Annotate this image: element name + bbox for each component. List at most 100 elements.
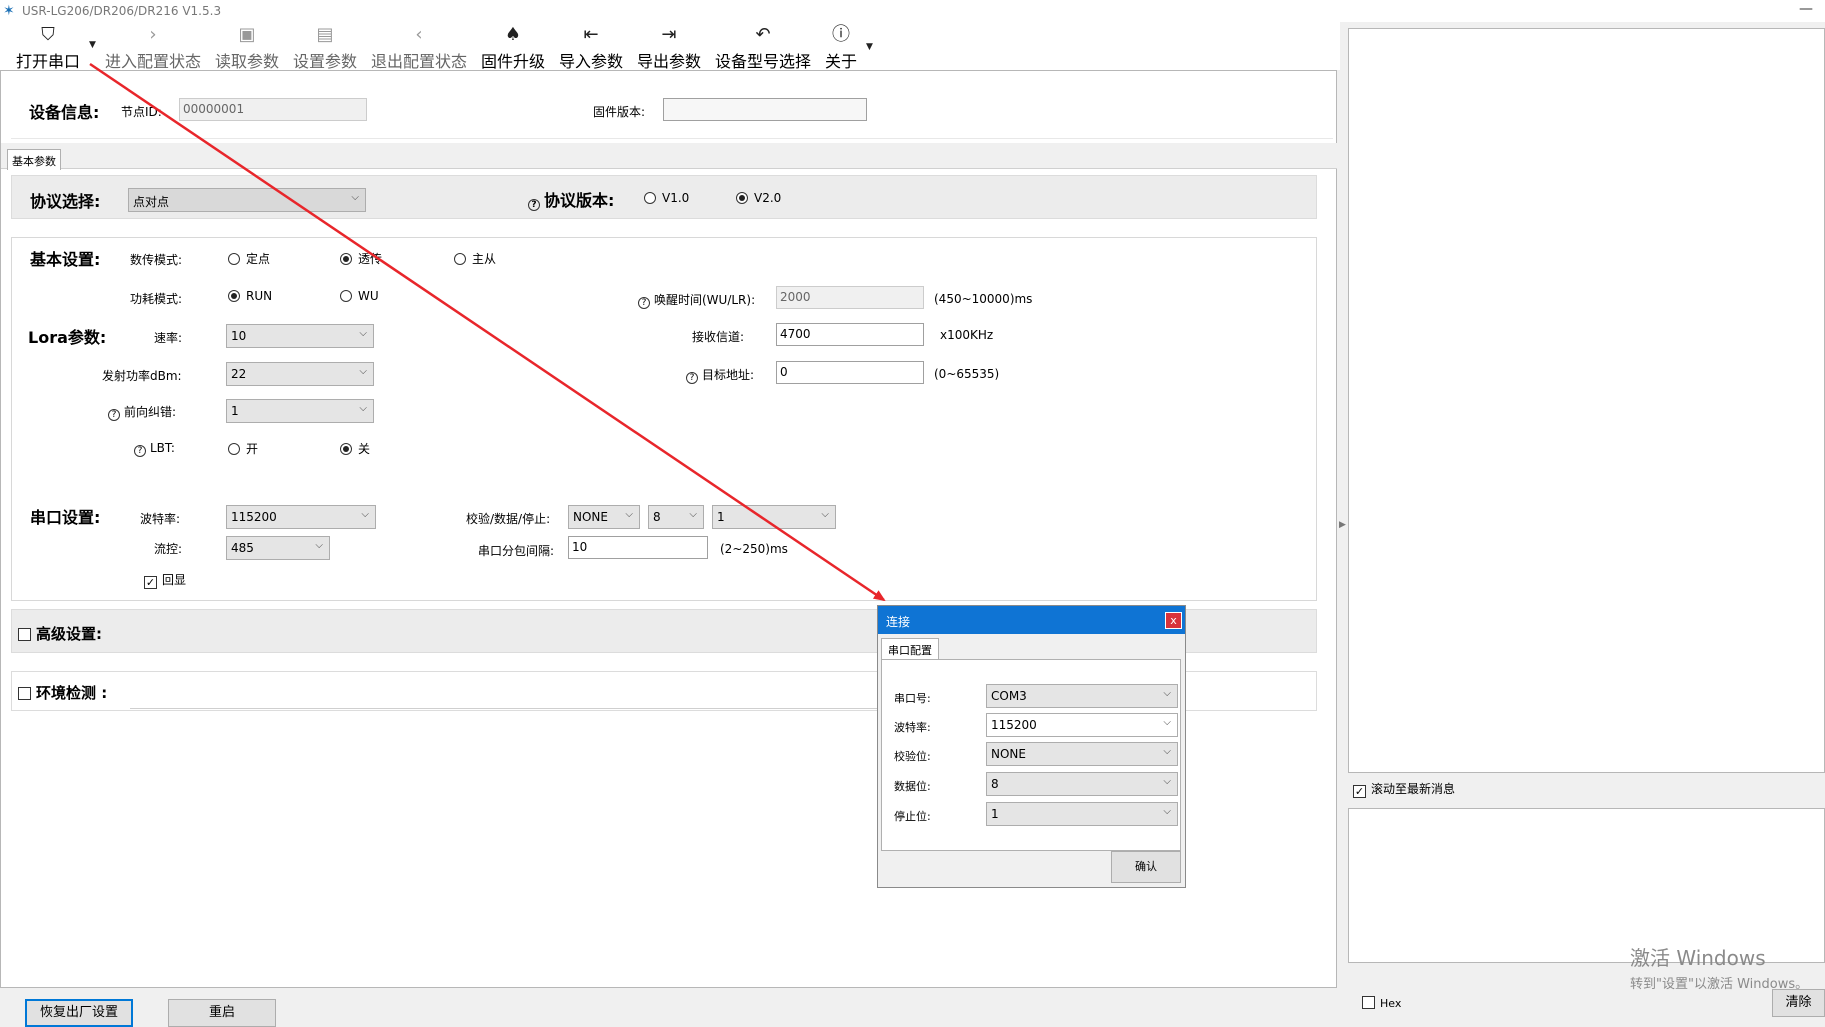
mode-transparent-radio[interactable]: 透传 [340, 250, 382, 267]
power-wu-radio[interactable]: WU [340, 289, 379, 303]
minimize-button[interactable]: — [1799, 1, 1813, 17]
radio-circle [340, 443, 352, 455]
collapse-arrow-icon[interactable]: ▶ [1339, 520, 1346, 530]
chevron-down-icon: ⌵ [1163, 776, 1171, 787]
tab-serial-config[interactable]: 串口配置 [881, 638, 939, 659]
lbt-label: LBT: [150, 441, 175, 455]
packet-interval-range: (2~250)ms [720, 542, 788, 556]
rate-label: 速率: [154, 331, 183, 345]
dialog-stop-bits-select[interactable]: 1 ⌵ [986, 802, 1178, 826]
help-icon[interactable]: ? [528, 199, 540, 211]
divider [130, 708, 890, 709]
chevron-left-icon: ‹ [415, 24, 423, 45]
wake-time-field[interactable]: 2000 [776, 286, 924, 309]
lbt-group: ? LBT: [134, 441, 175, 457]
confirm-button[interactable]: 确认 [1111, 851, 1181, 883]
help-icon[interactable]: ? [638, 297, 650, 309]
port-select[interactable]: COM3 ⌵ [986, 684, 1178, 708]
radio-circle [228, 443, 240, 455]
radio-circle [644, 192, 656, 204]
about-button[interactable]: ⓘ 关于 [824, 22, 858, 71]
scroll-to-latest-checkbox[interactable]: ✓ 滚动至最新消息 [1353, 780, 1455, 798]
rate-select[interactable]: 10 ⌵ [226, 324, 374, 348]
device-model-button[interactable]: ↶ 设备型号选择 [714, 22, 812, 71]
factory-reset-button[interactable]: 恢复出厂设置 [25, 999, 133, 1027]
environment-toggle[interactable]: 环境检测 : [18, 682, 107, 703]
packet-interval-label: 串口分包间隔: [478, 544, 555, 558]
stop-bits-select[interactable]: 1 ⌵ [712, 505, 836, 529]
firmware-upgrade-button[interactable]: ♠ 固件升级 [480, 22, 546, 71]
target-address-field[interactable]: 0 [776, 361, 924, 384]
enter-config-button[interactable]: › 进入配置状态 [104, 22, 202, 71]
radio-circle [736, 192, 748, 204]
undo-icon: ↶ [755, 24, 771, 45]
window-title: USR-LG206/DR206/DR216 V1.5.3 [22, 4, 222, 18]
help-icon[interactable]: ? [686, 372, 698, 384]
dialog-parity-select[interactable]: NONE ⌵ [986, 742, 1178, 766]
app-icon: ✶ [3, 3, 15, 19]
chevron-down-icon: ⌵ [359, 403, 367, 414]
packet-interval-field[interactable]: 10 [568, 536, 708, 559]
exit-config-button[interactable]: ‹ 退出配置状态 [370, 22, 468, 71]
help-icon[interactable]: ? [108, 409, 120, 421]
firmware-version-field[interactable] [663, 98, 867, 121]
toolbar: ⛉ 打开串口 ▼ › 进入配置状态 ▣ 读取参数 ▤ 设置参数 ‹ 退出配置状态… [0, 22, 1340, 71]
echo-checkbox[interactable]: ✓ 回显 [144, 571, 186, 589]
serial-config-panel: 串口号: COM3 ⌵ 波特率: 115200 ⌵ 校验位: NONE ⌵ 数据位: … [881, 659, 1181, 851]
radio-circle [228, 253, 240, 265]
advanced-settings-toggle[interactable]: 高级设置: [18, 623, 102, 644]
flow-control-select[interactable]: 485 ⌵ [226, 536, 330, 560]
import-params-button[interactable]: ⇤ 导入参数 [558, 22, 624, 71]
mode-fixed-radio[interactable]: 定点 [228, 250, 270, 267]
lora-params-label: Lora参数: [28, 328, 107, 347]
help-icon[interactable]: ? [134, 445, 146, 457]
node-id-field[interactable]: 00000001 [179, 98, 367, 121]
mode-master-slave-radio[interactable]: 主从 [454, 250, 496, 267]
rx-channel-label: 接收信道: [692, 330, 745, 344]
hex-checkbox[interactable]: Hex [1362, 996, 1401, 1010]
rocket-icon: ♠ [504, 24, 522, 45]
tx-power-select[interactable]: 22 ⌵ [226, 362, 374, 386]
check-data-stop-label: 校验/数据/停止: [466, 512, 551, 526]
data-bits-select[interactable]: 8 ⌵ [648, 505, 704, 529]
export-icon: ⇥ [661, 24, 677, 45]
clear-button[interactable]: 清除 [1772, 989, 1825, 1017]
protocol-select[interactable]: 点对点 ⌵ [128, 188, 366, 212]
read-params-button[interactable]: ▣ 读取参数 [214, 22, 280, 71]
flow-control-label: 流控: [154, 542, 183, 556]
dialog-data-bits-select[interactable]: 8 ⌵ [986, 772, 1178, 796]
dialog-baud-label: 波特率: [894, 721, 931, 734]
save-icon: ▤ [316, 24, 334, 45]
open-port-dropdown-icon[interactable]: ▼ [89, 40, 96, 50]
protocol-v2-radio[interactable]: V2.0 [736, 191, 781, 205]
tab-basic-params[interactable]: 基本参数 [7, 149, 61, 170]
dialog-data-bits-label: 数据位: [894, 780, 931, 793]
set-params-button[interactable]: ▤ 设置参数 [292, 22, 358, 71]
dialog-parity-label: 校验位: [894, 750, 931, 763]
lbt-on-radio[interactable]: 开 [228, 440, 258, 457]
toolbar-overflow-icon[interactable]: ▼ [866, 42, 873, 52]
protocol-v1-radio[interactable]: V1.0 [644, 191, 689, 205]
baud-select[interactable]: 115200 ⌵ [226, 505, 376, 529]
image-icon: ▣ [238, 24, 256, 45]
close-icon[interactable]: x [1165, 612, 1182, 629]
dialog-title-bar: 连接 x [878, 606, 1185, 634]
open-port-button[interactable]: ⛉ 打开串口 [14, 22, 82, 71]
lbt-off-radio[interactable]: 关 [340, 440, 370, 457]
chevron-down-icon: ⌵ [361, 509, 369, 520]
send-input-panel[interactable] [1348, 808, 1825, 963]
wake-time-range: (450~10000)ms [934, 292, 1033, 306]
export-params-button[interactable]: ⇥ 导出参数 [636, 22, 702, 71]
parity-select[interactable]: NONE ⌵ [568, 505, 640, 529]
restart-button[interactable]: 重启 [168, 999, 276, 1027]
receive-log-panel[interactable] [1348, 28, 1825, 773]
rx-channel-unit: x100KHz [940, 328, 994, 342]
connect-dialog: 连接 x 串口配置 串口号: COM3 ⌵ 波特率: 115200 ⌵ 校验位: N… [877, 605, 1186, 888]
splitter-handle[interactable]: ▶ [1338, 480, 1346, 570]
fec-select[interactable]: 1 ⌵ [226, 399, 374, 423]
checkbox-icon [1362, 996, 1375, 1009]
chevron-down-icon: ⌵ [821, 509, 829, 520]
dialog-baud-select[interactable]: 115200 ⌵ [986, 713, 1178, 737]
rx-channel-field[interactable]: 4700 [776, 323, 924, 346]
power-run-radio[interactable]: RUN [228, 289, 272, 303]
